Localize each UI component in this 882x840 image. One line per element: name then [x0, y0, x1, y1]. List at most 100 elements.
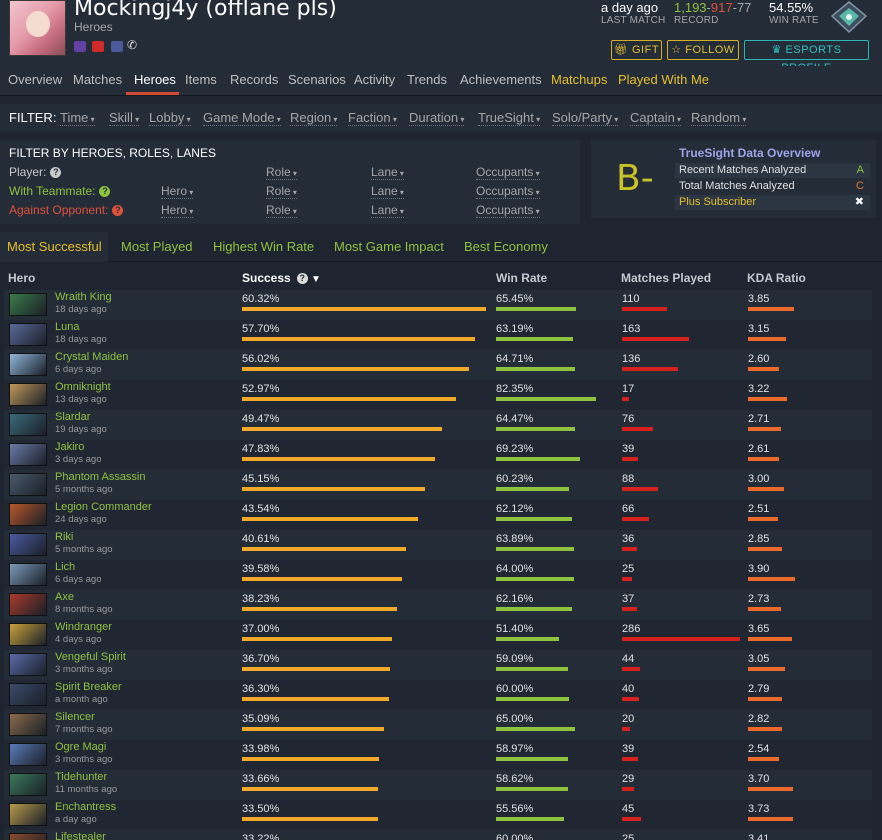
- tab-played-with-me[interactable]: Played With Me: [618, 72, 709, 87]
- hero-name-link[interactable]: Vengeful Spirit: [55, 651, 126, 663]
- teammate-occupants-dropdown[interactable]: Occupants: [476, 184, 540, 199]
- player-lane-dropdown[interactable]: Lane: [371, 165, 404, 180]
- table-row[interactable]: Axe 8 months ago 38.23% 62.16% 37 2.73: [4, 590, 872, 620]
- hero-name-link[interactable]: Crystal Maiden: [55, 351, 128, 363]
- twitch-icon[interactable]: [74, 41, 86, 52]
- hero-portrait[interactable]: [9, 413, 47, 436]
- help-icon[interactable]: ?: [99, 186, 111, 197]
- tab-most-played[interactable]: Most Played: [121, 239, 193, 254]
- col-matches-played[interactable]: Matches Played: [621, 271, 711, 285]
- filter-skill[interactable]: Skill: [109, 110, 140, 126]
- hero-name-link[interactable]: Luna: [55, 321, 79, 333]
- teammate-hero-dropdown[interactable]: Hero: [161, 184, 194, 199]
- hero-name-link[interactable]: Lifestealer: [55, 831, 106, 840]
- player-occupants-dropdown[interactable]: Occupants: [476, 165, 540, 180]
- phone-icon[interactable]: ✆: [127, 38, 137, 52]
- filter-region[interactable]: Region: [290, 110, 338, 126]
- hero-portrait[interactable]: [9, 533, 47, 556]
- table-row[interactable]: Riki 5 months ago 40.61% 63.89% 36 2.85: [4, 530, 872, 560]
- hero-name-link[interactable]: Jakiro: [55, 441, 84, 453]
- tab-matchups[interactable]: Matchups: [551, 72, 607, 87]
- tab-most-game-impact[interactable]: Most Game Impact: [334, 239, 444, 254]
- hero-portrait[interactable]: [9, 323, 47, 346]
- filter-truesight[interactable]: TrueSight: [478, 110, 541, 126]
- avatar[interactable]: [9, 0, 66, 56]
- table-row[interactable]: Enchantress a day ago 33.50% 55.56% 45 3.73: [4, 800, 872, 830]
- esports-profile-button[interactable]: ♛ ESPORTS PROFILE: [744, 40, 869, 74]
- hero-name-link[interactable]: Tidehunter: [55, 771, 107, 783]
- opponent-hero-dropdown[interactable]: Hero: [161, 203, 194, 218]
- hero-portrait[interactable]: [9, 443, 47, 466]
- tab-trends[interactable]: Trends: [407, 72, 447, 87]
- tab-achievements[interactable]: Achievements: [460, 72, 542, 87]
- filter-time[interactable]: Time: [60, 110, 95, 126]
- hero-portrait[interactable]: [9, 383, 47, 406]
- filter-faction[interactable]: Faction: [348, 110, 397, 126]
- hero-portrait[interactable]: [9, 713, 47, 736]
- hero-name-link[interactable]: Phantom Assassin: [55, 471, 146, 483]
- filter-captain[interactable]: Captain: [630, 110, 682, 126]
- tab-most-successful[interactable]: Most Successful: [7, 239, 102, 254]
- col-hero[interactable]: Hero: [8, 271, 35, 285]
- help-icon[interactable]: ?: [296, 273, 308, 284]
- hero-portrait[interactable]: [9, 773, 47, 796]
- table-row[interactable]: Legion Commander 24 days ago 43.54% 62.12% 6…: [4, 500, 872, 530]
- discord-icon[interactable]: [111, 41, 123, 52]
- table-row[interactable]: Tidehunter 11 months ago 33.66% 58.62% 29 3.7…: [4, 770, 872, 800]
- opponent-role-dropdown[interactable]: Role: [266, 203, 297, 218]
- hero-portrait[interactable]: [9, 683, 47, 706]
- table-row[interactable]: Slardar 19 days ago 49.47% 64.47% 76 2.71: [4, 410, 872, 440]
- plus-subscriber-label[interactable]: Plus Subscriber: [679, 196, 756, 208]
- hero-name-link[interactable]: Omniknight: [55, 381, 111, 393]
- teammate-lane-dropdown[interactable]: Lane: [371, 184, 404, 199]
- hero-name-link[interactable]: Axe: [55, 591, 74, 603]
- table-row[interactable]: Omniknight 13 days ago 52.97% 82.35% 17 3.22: [4, 380, 872, 410]
- hero-name-link[interactable]: Ogre Magi: [55, 741, 106, 753]
- hero-name-link[interactable]: Enchantress: [55, 801, 116, 813]
- player-role-dropdown[interactable]: Role: [266, 165, 297, 180]
- table-row[interactable]: Windranger 4 days ago 37.00% 51.40% 286 3.65: [4, 620, 872, 650]
- hero-portrait[interactable]: [9, 743, 47, 766]
- tab-matches[interactable]: Matches: [73, 72, 122, 87]
- table-row[interactable]: Phantom Assassin 5 months ago 45.15% 60.23%…: [4, 470, 872, 500]
- hero-portrait[interactable]: [9, 353, 47, 376]
- filter-game-mode[interactable]: Game Mode: [203, 110, 281, 126]
- table-row[interactable]: Spirit Breaker a month ago 36.30% 60.00% 40 2…: [4, 680, 872, 710]
- filter-solo-party[interactable]: Solo/Party: [552, 110, 619, 126]
- hero-name-link[interactable]: Windranger: [55, 621, 112, 633]
- help-icon[interactable]: ?: [50, 167, 62, 178]
- table-row[interactable]: Silencer 7 months ago 35.09% 65.00% 20 2.82: [4, 710, 872, 740]
- hero-name-link[interactable]: Spirit Breaker: [55, 681, 122, 693]
- teammate-role-dropdown[interactable]: Role: [266, 184, 297, 199]
- tab-records[interactable]: Records: [230, 72, 278, 87]
- table-row[interactable]: Crystal Maiden 6 days ago 56.02% 64.71% 136 2…: [4, 350, 872, 380]
- hero-portrait[interactable]: [9, 503, 47, 526]
- opponent-lane-dropdown[interactable]: Lane: [371, 203, 404, 218]
- tab-highest-win-rate[interactable]: Highest Win Rate: [213, 239, 314, 254]
- table-row[interactable]: Vengeful Spirit 3 months ago 36.70% 59.09% 4…: [4, 650, 872, 680]
- col-success[interactable]: Success? ▼: [242, 271, 321, 285]
- hero-name-link[interactable]: Legion Commander: [55, 501, 152, 513]
- help-icon[interactable]: ?: [112, 205, 124, 216]
- follow-button[interactable]: ☆ FOLLOW: [667, 40, 739, 60]
- opponent-occupants-dropdown[interactable]: Occupants: [476, 203, 540, 218]
- hero-name-link[interactable]: Silencer: [55, 711, 95, 723]
- hero-name-link[interactable]: Wraith King: [55, 291, 112, 303]
- youtube-icon[interactable]: [92, 41, 104, 52]
- hero-portrait[interactable]: [9, 803, 47, 826]
- tab-scenarios[interactable]: Scenarios: [288, 72, 346, 87]
- filter-lobby[interactable]: Lobby: [149, 110, 191, 126]
- hero-portrait[interactable]: [9, 563, 47, 586]
- hero-name-link[interactable]: Riki: [55, 531, 73, 543]
- truesight-title[interactable]: TrueSight Data Overview: [679, 146, 820, 160]
- table-row[interactable]: Lifestealer 33.22% 60.00% 25 3.41: [4, 830, 872, 840]
- hero-portrait[interactable]: [9, 653, 47, 676]
- hero-portrait[interactable]: [9, 833, 47, 840]
- table-row[interactable]: Wraith King 18 days ago 60.32% 65.45% 110 3.8…: [4, 290, 872, 320]
- table-row[interactable]: Luna 18 days ago 57.70% 63.19% 163 3.15: [4, 320, 872, 350]
- table-row[interactable]: Jakiro 3 days ago 47.83% 69.23% 39 2.61: [4, 440, 872, 470]
- hero-portrait[interactable]: [9, 623, 47, 646]
- hero-name-link[interactable]: Lich: [55, 561, 75, 573]
- filter-duration[interactable]: Duration: [409, 110, 465, 126]
- tab-items[interactable]: Items: [185, 72, 217, 87]
